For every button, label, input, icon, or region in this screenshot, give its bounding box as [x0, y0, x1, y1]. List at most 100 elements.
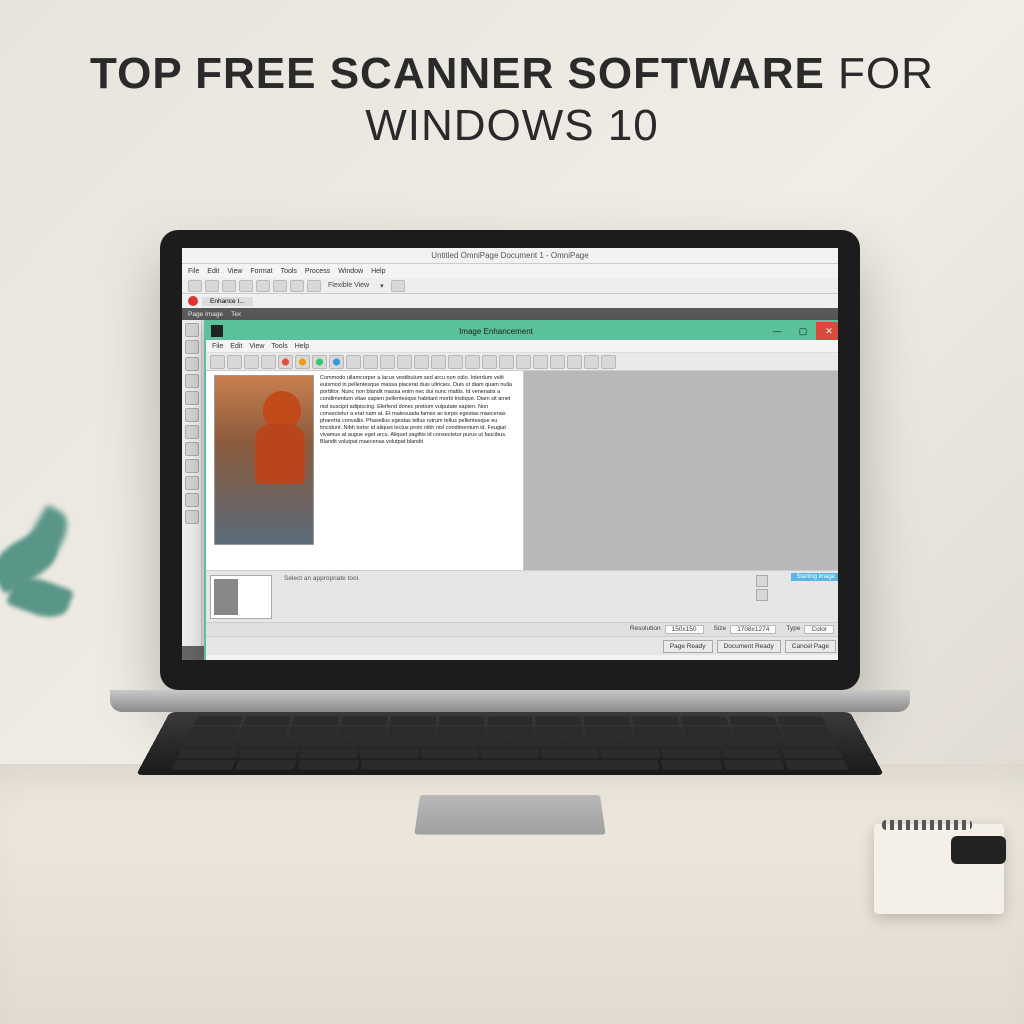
new-doc-icon[interactable]: [188, 280, 202, 292]
hue-icon[interactable]: [312, 355, 327, 369]
preview-original[interactable]: Commodo ullamcorper a lacus vestibulum s…: [206, 371, 524, 570]
dlg-menu-edit[interactable]: Edit: [230, 343, 242, 350]
size-label: Size: [714, 625, 727, 634]
cancel-page-button[interactable]: Cancel Page: [785, 640, 836, 653]
menu-view[interactable]: View: [227, 268, 242, 275]
scan-icon[interactable]: [256, 280, 270, 292]
page-ready-button[interactable]: Page Ready: [663, 640, 713, 653]
menu-format[interactable]: Format: [250, 268, 272, 275]
laptop: Untitled OmniPage Document 1 - OmniPage …: [110, 230, 910, 830]
rotate-left-icon[interactable]: [346, 355, 361, 369]
app-titlebar: Untitled OmniPage Document 1 - OmniPage: [182, 248, 838, 264]
menu-tools[interactable]: Tools: [281, 268, 297, 275]
history-panel: Select an appropriate tool. Starting ima…: [206, 571, 838, 623]
3d-deskew-icon[interactable]: [550, 355, 565, 369]
maximize-button[interactable]: ▢: [790, 322, 816, 340]
zoom-icon[interactable]: [307, 280, 321, 292]
dlg-menu-view[interactable]: View: [249, 343, 264, 350]
print-icon[interactable]: [239, 280, 253, 292]
dlg-menu-help[interactable]: Help: [295, 343, 309, 350]
clean-icon[interactable]: [567, 355, 582, 369]
erase-icon[interactable]: [465, 355, 480, 369]
dialog-button-bar: Page Ready Document Ready Cancel Page: [206, 637, 838, 655]
fit-icon[interactable]: [261, 355, 276, 369]
saturation-icon[interactable]: [329, 355, 344, 369]
save-icon[interactable]: [222, 280, 236, 292]
redo-icon[interactable]: [290, 280, 304, 292]
pointer-icon[interactable]: [210, 355, 225, 369]
table-tool-icon[interactable]: [185, 374, 199, 388]
layout-icon[interactable]: [391, 280, 405, 292]
plant-decor: [0, 520, 100, 720]
dialog-menubar: File Edit View Tools Help: [206, 340, 838, 353]
scanned-text: Commodo ullamcorper a lacus vestibulum s…: [320, 375, 515, 566]
app-screen: Untitled OmniPage Document 1 - OmniPage …: [182, 248, 838, 660]
history-up-icon[interactable]: [756, 575, 768, 587]
menu-file[interactable]: File: [188, 268, 199, 275]
auto-icon[interactable]: [601, 355, 616, 369]
minimize-button[interactable]: —: [764, 322, 790, 340]
contrast-icon[interactable]: [295, 355, 310, 369]
zone-tool-icon[interactable]: [185, 340, 199, 354]
flip-v-icon[interactable]: [397, 355, 412, 369]
history-down-icon[interactable]: [756, 589, 768, 601]
app-menubar: File Edit View Format Tools Process Wind…: [182, 264, 838, 278]
rotate-right-icon[interactable]: [363, 355, 378, 369]
preview-result[interactable]: [524, 371, 838, 570]
threshold-icon[interactable]: [516, 355, 531, 369]
size-value: 1708x1274: [730, 625, 776, 634]
open-icon[interactable]: [205, 280, 219, 292]
app-toolbar: Flexible View ▾: [182, 278, 838, 294]
laptop-trackpad: [414, 795, 605, 835]
dialog-titlebar[interactable]: Image Enhancement — ▢ ✕: [206, 322, 838, 340]
rotate-tool-icon[interactable]: [185, 425, 199, 439]
line-tool-icon[interactable]: [185, 459, 199, 473]
ribbon-text[interactable]: Tex: [231, 311, 241, 318]
page-ribbon: Page Image Tex: [182, 308, 838, 320]
side-toolbar: [182, 320, 202, 660]
despeckle-icon[interactable]: [431, 355, 446, 369]
measure-tool-icon[interactable]: [185, 510, 199, 524]
fill-icon[interactable]: [482, 355, 497, 369]
image-tool-icon[interactable]: [185, 391, 199, 405]
deskew-icon[interactable]: [414, 355, 429, 369]
flip-h-icon[interactable]: [380, 355, 395, 369]
record-icon[interactable]: [188, 296, 198, 306]
resolution-label: Resolution: [630, 625, 661, 634]
shape-tool-icon[interactable]: [185, 476, 199, 490]
dlg-menu-tools[interactable]: Tools: [271, 343, 287, 350]
resolution-icon[interactable]: [533, 355, 548, 369]
text-tool-icon[interactable]: [185, 357, 199, 371]
phone-prop: [951, 836, 1006, 864]
image-enhancement-dialog: Image Enhancement — ▢ ✕ File Edit View T…: [204, 320, 838, 660]
invert-icon[interactable]: [499, 355, 514, 369]
brightness-icon[interactable]: [278, 355, 293, 369]
workflow-tab[interactable]: Enhance I...: [202, 297, 253, 306]
close-button[interactable]: ✕: [816, 322, 838, 340]
select-tool-icon[interactable]: [185, 323, 199, 337]
ribbon-page-image[interactable]: Page Image: [188, 311, 223, 318]
document-ready-button[interactable]: Document Ready: [717, 640, 781, 653]
undo-icon[interactable]: [273, 280, 287, 292]
crop-tool-icon[interactable]: [185, 442, 199, 456]
history-thumbnail[interactable]: [210, 575, 272, 619]
crop-icon[interactable]: [448, 355, 463, 369]
menu-window[interactable]: Window: [338, 268, 363, 275]
menu-edit[interactable]: Edit: [207, 268, 219, 275]
dlg-menu-file[interactable]: File: [212, 343, 223, 350]
menu-process[interactable]: Process: [305, 268, 330, 275]
history-hint: Select an appropriate tool.: [276, 571, 752, 622]
type-label: Type: [786, 625, 800, 634]
view-mode-dropdown[interactable]: Flexible View: [324, 282, 373, 289]
fill-tool-icon[interactable]: [185, 493, 199, 507]
menu-help[interactable]: Help: [371, 268, 385, 275]
type-value: Color: [804, 625, 834, 634]
dialog-toolbar: [206, 353, 838, 371]
enhance-icon[interactable]: [584, 355, 599, 369]
starting-image-badge: Starting image: [791, 573, 838, 581]
status-bar: Resolution150x150 Size1708x1274 TypeColo…: [206, 623, 838, 637]
workflow-bar: Enhance I...: [182, 294, 838, 308]
zoom-in-icon[interactable]: [227, 355, 242, 369]
eraser-tool-icon[interactable]: [185, 408, 199, 422]
zoom-out-icon[interactable]: [244, 355, 259, 369]
